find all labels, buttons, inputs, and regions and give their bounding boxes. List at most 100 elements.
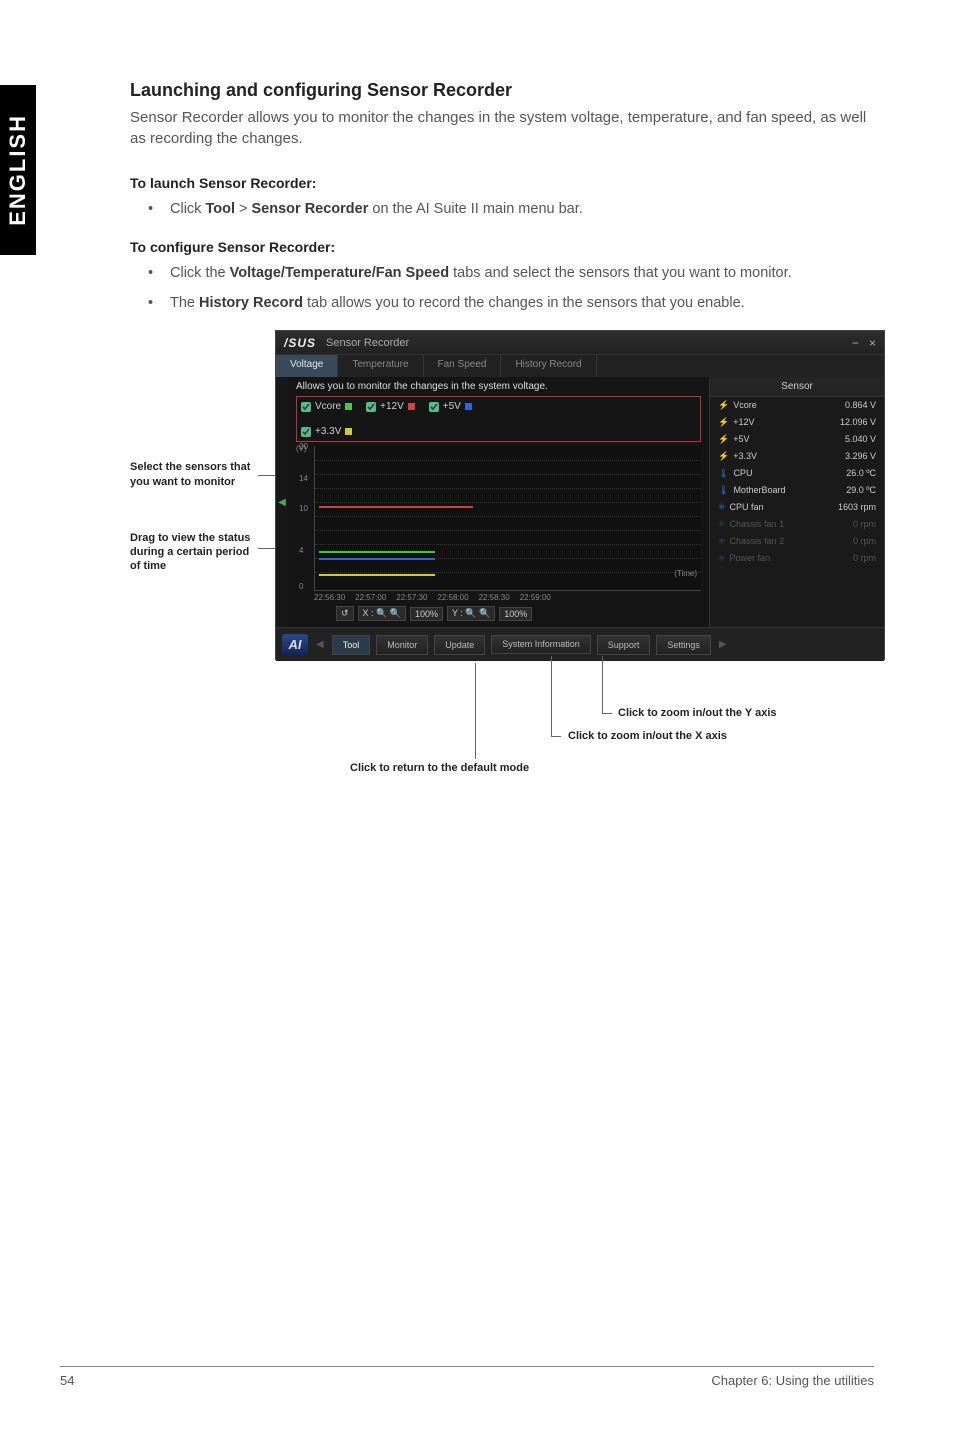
callout-y-zoom: Click to zoom in/out the Y axis [618, 707, 777, 719]
leader-line [475, 663, 476, 759]
sensor-side-panel: Sensor ⚡Vcore0.864 V ⚡+12V12.096 V ⚡+5V5… [709, 377, 884, 627]
language-tab: ENGLISH [0, 85, 36, 255]
sensor-row: ⚡+5V5.040 V [710, 431, 884, 448]
tab-row: Voltage Temperature Fan Speed History Re… [276, 355, 884, 377]
sensor-row: ✳CPU fan1603 rpm [710, 499, 884, 516]
leader-line [551, 656, 552, 736]
xtick: 22:58:00 [437, 593, 468, 602]
text: Click the [170, 265, 230, 281]
fan-icon: ✳ [718, 536, 726, 546]
thermometer-icon: 🌡 [718, 468, 729, 478]
close-icon[interactable]: × [869, 336, 876, 350]
sensor-row-disabled: ✳Chassis fan 20 rpm [710, 533, 884, 550]
zoom-x-value: 100% [410, 607, 443, 621]
zoom-reset-button[interactable]: ↺ [336, 606, 354, 621]
language-label: ENGLISH [5, 114, 31, 226]
sensor-checkbox-group: Vcore +12V +5V +3.3V [296, 396, 701, 442]
xtick: 22:58:30 [479, 593, 510, 602]
thermometer-icon: 🌡 [718, 485, 729, 495]
callout-x-zoom: Click to zoom in/out the X axis [568, 730, 727, 742]
check-12v[interactable]: +12V [366, 401, 415, 412]
leader-line [602, 713, 612, 714]
text: tab allows you to record the changes in … [303, 295, 745, 311]
bolt-icon: ⚡ [718, 400, 729, 410]
fan-icon: ✳ [718, 502, 726, 512]
toolbar-support-button[interactable]: Support [597, 635, 651, 655]
sensor-row-disabled: ✳Power fan0 rpm [710, 550, 884, 567]
sensor-row: 🌡MotherBoard29.0 ºC [710, 482, 884, 499]
bottom-toolbar: AI ◀ Tool Monitor Update System Informat… [276, 627, 884, 661]
voltage-graph[interactable]: 20 14 10 4 0 [314, 446, 701, 591]
trace-12v [319, 506, 473, 508]
ytick: 4 [299, 546, 303, 555]
trace-5v [319, 558, 435, 560]
callout-select-sensors: Select the sensors that you want to moni… [130, 460, 260, 489]
text: tabs and select the sensors that you wan… [449, 265, 792, 281]
toolbar-monitor-button[interactable]: Monitor [376, 635, 428, 655]
leader-line [551, 736, 561, 737]
check-3-3v[interactable]: +3.3V [301, 426, 696, 437]
bullet-history: The History Record tab allows you to rec… [130, 293, 874, 315]
ai-suite-logo-icon[interactable]: AI [282, 634, 308, 656]
xtick: 22:59:00 [520, 593, 551, 602]
tab-fan-speed[interactable]: Fan Speed [424, 355, 502, 377]
subhead-configure: To configure Sensor Recorder: [130, 239, 874, 255]
bolt-icon: ⚡ [718, 417, 729, 427]
bullet-tabs: Click the Voltage/Temperature/Fan Speed … [130, 263, 874, 285]
callout-return: Click to return to the default mode [350, 762, 529, 774]
bullet-launch: Click Tool > Sensor Recorder on the AI S… [130, 199, 874, 221]
callout-drag: Drag to view the status during a certain… [130, 531, 260, 574]
check-vcore[interactable]: Vcore [301, 401, 352, 412]
screenshot-figure: Select the sensors that you want to moni… [130, 330, 874, 790]
text: The [170, 295, 199, 311]
toolbar-update-button[interactable]: Update [434, 635, 485, 655]
text: on the AI Suite II main menu bar. [368, 201, 582, 217]
trace-3-3v [319, 574, 435, 576]
toolbar-system-information-button[interactable]: System Information [491, 635, 591, 654]
zoom-y-label: Y : 🔍 🔍 [447, 606, 495, 621]
window-title: Sensor Recorder [326, 337, 409, 349]
sensor-recorder-window: /SUS Sensor Recorder − × Voltage Tempera… [275, 330, 885, 660]
bolt-icon: ⚡ [718, 451, 729, 461]
ytick: 10 [299, 504, 308, 513]
sensor-row: ⚡Vcore0.864 V [710, 397, 884, 414]
page-footer: 54 Chapter 6: Using the utilities [60, 1366, 874, 1388]
sensor-panel-header: Sensor [710, 377, 884, 397]
titlebar: /SUS Sensor Recorder − × [276, 331, 884, 355]
fan-icon: ✳ [718, 519, 726, 529]
panel-description: Allows you to monitor the changes in the… [296, 381, 701, 392]
text: Click [170, 201, 205, 217]
minimize-icon[interactable]: − [852, 336, 859, 350]
brand-logo: /SUS [284, 336, 316, 350]
chapter-label: Chapter 6: Using the utilities [711, 1373, 874, 1388]
xtick: 22:57:30 [396, 593, 427, 602]
nav-right-icon[interactable]: ▶ [717, 639, 729, 650]
tab-history-record[interactable]: History Record [501, 355, 596, 377]
sensor-row: ⚡+3.3V3.296 V [710, 448, 884, 465]
nav-left-icon[interactable]: ◀ [314, 639, 326, 650]
section-heading: Launching and configuring Sensor Recorde… [130, 80, 874, 101]
xtick: 22:56:30 [314, 593, 345, 602]
sensor-row: 🌡CPU26.0 ºC [710, 465, 884, 482]
trace-vcore [319, 551, 435, 553]
leader-line [602, 656, 603, 713]
sensor-row: ⚡+12V12.096 V [710, 414, 884, 431]
sensor-row-disabled: ✳Chassis fan 10 rpm [710, 516, 884, 533]
page-number: 54 [60, 1373, 74, 1388]
text: > [235, 201, 252, 217]
zoom-y-value: 100% [499, 607, 532, 621]
subhead-launch: To launch Sensor Recorder: [130, 175, 874, 191]
ytick: 20 [299, 442, 308, 451]
text-bold: Sensor Recorder [252, 201, 369, 217]
fan-icon: ✳ [718, 553, 726, 563]
xtick: 22:57:00 [355, 593, 386, 602]
text-bold: Tool [205, 201, 235, 217]
toolbar-tool-button[interactable]: Tool [332, 635, 371, 655]
zoom-x-label: X : 🔍 🔍 [358, 606, 406, 621]
check-5v[interactable]: +5V [429, 401, 472, 412]
tab-temperature[interactable]: Temperature [338, 355, 423, 377]
tab-voltage[interactable]: Voltage [276, 355, 338, 377]
text-bold: Voltage/Temperature/Fan Speed [230, 265, 449, 281]
toolbar-settings-button[interactable]: Settings [656, 635, 711, 655]
scroll-left-icon[interactable]: ◀ [276, 377, 288, 627]
